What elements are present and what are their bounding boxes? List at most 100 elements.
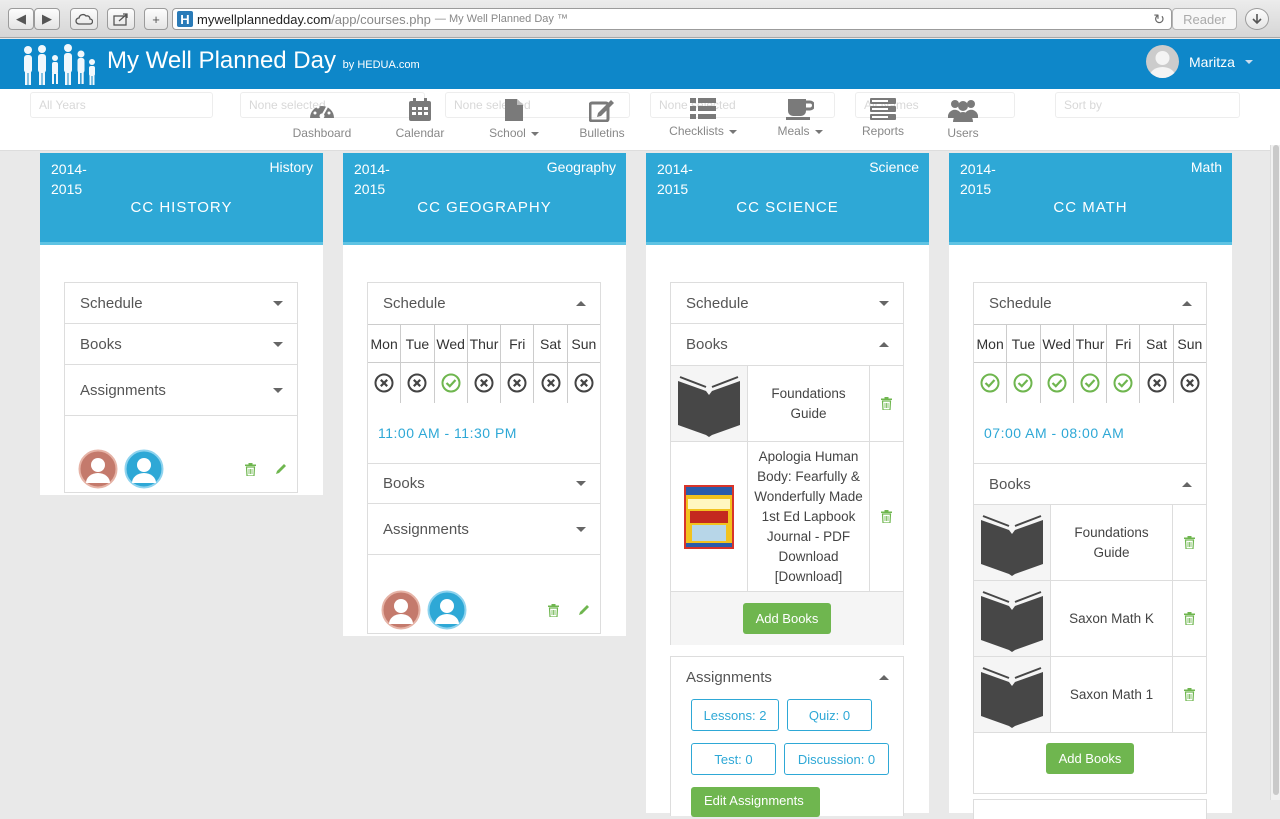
lessons-count-button[interactable]: Lessons: 2	[691, 699, 779, 731]
course-header[interactable]: 2014-2015 Geography CC GEOGRAPHY	[343, 153, 626, 245]
day-label: Fri	[501, 325, 534, 363]
calendar-icon	[409, 98, 431, 121]
nav-label: Bulletins	[579, 126, 625, 140]
female-avatar-icon[interactable]	[381, 590, 421, 630]
section-label: Books	[989, 475, 1031, 493]
day-label: Sat	[534, 325, 567, 363]
user-menu[interactable]: Maritza	[1146, 45, 1253, 78]
brand-title[interactable]: My Well Planned Day by HEDUA.com	[107, 47, 420, 75]
check-circle-icon[interactable]	[1007, 363, 1039, 403]
page-title: — My Well Planned Day ™	[434, 13, 568, 25]
downloads-button[interactable]	[1245, 8, 1269, 30]
dashboard-icon	[310, 105, 334, 119]
remove-book-button[interactable]	[1173, 581, 1206, 656]
pencil-icon[interactable]	[578, 604, 590, 616]
x-circle-icon[interactable]	[568, 363, 600, 403]
male-avatar-icon[interactable]	[124, 449, 164, 489]
discussion-count-button[interactable]: Discussion: 0	[784, 743, 889, 775]
schedule-toggle[interactable]: Schedule	[65, 283, 297, 324]
books-toggle[interactable]: Books	[974, 463, 1206, 504]
trash-icon	[881, 510, 892, 523]
section-label: Assignments	[80, 381, 166, 399]
remove-book-button[interactable]	[870, 442, 903, 591]
filter-years[interactable]: All Years	[30, 92, 213, 118]
x-circle-icon[interactable]	[368, 363, 400, 403]
section-label: Schedule	[80, 294, 143, 312]
schedule-toggle[interactable]: Schedule	[671, 283, 903, 324]
new-tab-button[interactable]: +	[144, 8, 168, 30]
quiz-count-button[interactable]: Quiz: 0	[787, 699, 872, 731]
nav-meals[interactable]: Meals	[760, 98, 840, 138]
day-column: Sun	[1173, 325, 1206, 403]
books-toggle[interactable]: Books	[368, 463, 600, 504]
share-button[interactable]	[107, 8, 135, 30]
check-circle-icon[interactable]	[1074, 363, 1106, 403]
nav-dashboard[interactable]: Dashboard	[282, 98, 362, 140]
remove-book-button[interactable]	[870, 366, 903, 441]
forward-button[interactable]: ▶	[34, 8, 60, 30]
brand-name: My Well Planned Day	[107, 47, 336, 74]
check-circle-icon[interactable]	[435, 363, 467, 403]
back-button[interactable]: ◀	[8, 8, 34, 30]
x-circle-icon[interactable]	[501, 363, 533, 403]
book-title: Saxon Math K	[1051, 581, 1173, 656]
course-card-math: 2014-2015 Math CC MATH Schedule Mon Tue We…	[949, 153, 1232, 819]
nav-bulletins[interactable]: Bulletins	[562, 98, 642, 140]
course-year: 2014-2015	[51, 161, 87, 197]
assignments-toggle[interactable]: Assignments	[368, 504, 600, 555]
nav-reports[interactable]: Reports	[843, 98, 923, 138]
section-label: Schedule	[686, 294, 749, 312]
assignments-toggle[interactable]: Assignments	[671, 657, 903, 698]
course-year: 2014-2015	[657, 161, 693, 197]
filter-sort[interactable]: Sort by	[1055, 92, 1240, 118]
icloud-tabs-button[interactable]	[70, 8, 98, 30]
course-header[interactable]: 2014-2015 Science CC SCIENCE	[646, 153, 929, 245]
course-header[interactable]: 2014-2015 History CC HISTORY	[40, 153, 323, 245]
add-books-button[interactable]: Add Books	[742, 603, 832, 634]
scrollbar-thumb[interactable]	[1273, 145, 1279, 795]
x-circle-icon[interactable]	[1140, 363, 1172, 403]
x-circle-icon[interactable]	[468, 363, 500, 403]
pencil-icon[interactable]	[275, 463, 287, 475]
add-books-button[interactable]: Add Books	[1045, 743, 1135, 774]
x-circle-icon[interactable]	[1174, 363, 1206, 403]
course-card-science: 2014-2015 Science CC SCIENCE Schedule Bo…	[646, 153, 929, 817]
course-header[interactable]: 2014-2015 Math CC MATH	[949, 153, 1232, 245]
check-circle-icon[interactable]	[1107, 363, 1139, 403]
check-circle-icon[interactable]	[974, 363, 1006, 403]
add-books-area: Add Books	[671, 591, 903, 645]
caret-down-icon	[273, 387, 283, 393]
trash-icon[interactable]	[245, 463, 256, 476]
books-toggle[interactable]: Books	[671, 324, 903, 365]
trash-icon[interactable]	[548, 604, 559, 617]
nav-calendar[interactable]: Calendar	[380, 98, 460, 140]
course-year: 2014-2015	[960, 161, 996, 197]
schedule-toggle[interactable]: Schedule	[974, 283, 1206, 324]
check-circle-icon[interactable]	[1041, 363, 1073, 403]
assignments-toggle[interactable]: Assignments	[65, 365, 297, 416]
course-panel: Schedule Books Foundations Guide Apologi…	[670, 282, 904, 645]
remove-book-button[interactable]	[1173, 505, 1206, 580]
schedule-toggle[interactable]: Schedule	[368, 283, 600, 324]
add-books-area: Add Books	[974, 732, 1206, 784]
family-logo-icon[interactable]	[20, 44, 98, 86]
day-column: Sun	[567, 325, 600, 403]
page-scrollbar[interactable]	[1270, 145, 1280, 800]
nav-school[interactable]: School	[474, 98, 554, 140]
schedule-days: Mon Tue Wed Thur Fri Sat Sun	[974, 324, 1206, 403]
reader-button[interactable]: Reader	[1172, 8, 1237, 30]
books-toggle[interactable]: Books	[65, 324, 297, 365]
test-count-button[interactable]: Test: 0	[691, 743, 776, 775]
student-avatars	[78, 449, 164, 489]
remove-book-button[interactable]	[1173, 657, 1206, 732]
female-avatar-icon[interactable]	[78, 449, 118, 489]
x-circle-icon[interactable]	[401, 363, 433, 403]
edit-assignments-button[interactable]: Edit Assignments	[691, 787, 820, 817]
male-avatar-icon[interactable]	[427, 590, 467, 630]
address-bar[interactable]: H mywellplannedday.com /app/courses.php …	[172, 8, 1172, 30]
nav-checklists[interactable]: Checklists	[663, 98, 743, 138]
section-label: Books	[686, 336, 728, 353]
x-circle-icon[interactable]	[534, 363, 566, 403]
nav-users[interactable]: Users	[923, 98, 1003, 140]
reload-icon[interactable]: ↻	[1153, 11, 1165, 28]
